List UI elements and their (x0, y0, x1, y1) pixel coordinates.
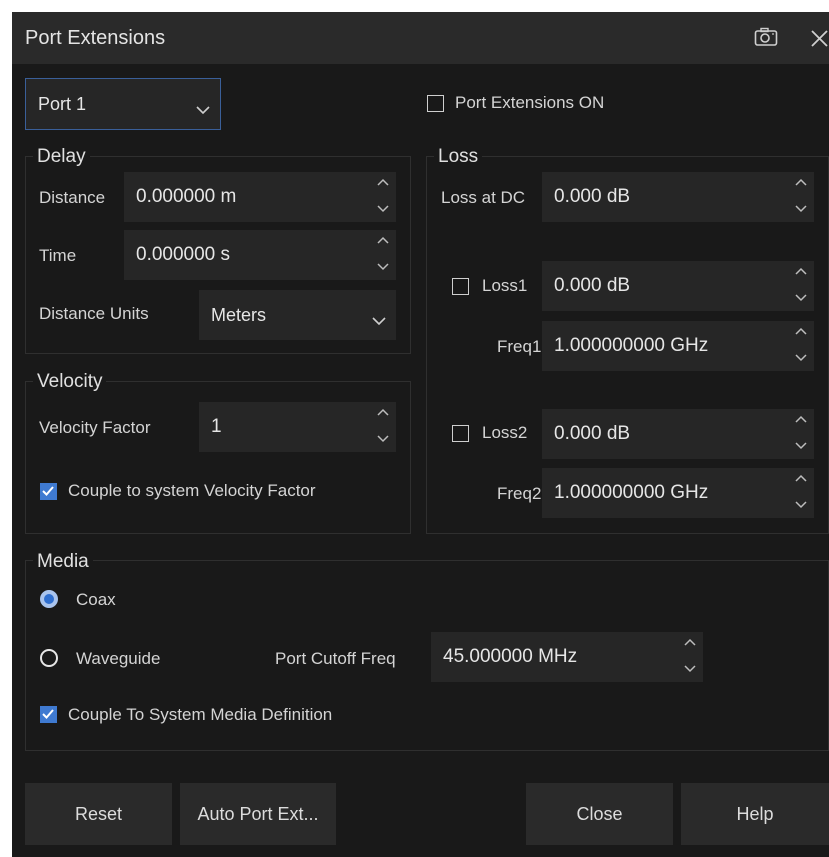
freq1-spinner[interactable] (792, 321, 810, 371)
freq2-value: 1.000000000 GHz (554, 482, 709, 503)
time-input[interactable]: 0.000000 s (124, 230, 396, 280)
cutoff-freq-spinner[interactable] (681, 632, 699, 682)
loss1-input[interactable]: 0.000 dB (542, 261, 814, 311)
spin-down-icon (377, 205, 389, 213)
distance-units-value: Meters (211, 304, 267, 325)
loss2-spinner[interactable] (792, 409, 810, 459)
checkmark-icon (42, 486, 54, 496)
freq2-spinner[interactable] (792, 468, 810, 518)
velocity-factor-input[interactable]: 1 (199, 402, 396, 452)
spin-down-icon (795, 294, 807, 302)
loss1-checkbox[interactable] (452, 278, 469, 295)
waveguide-label: Waveguide (76, 649, 161, 668)
distance-units-label: Distance Units (39, 304, 149, 323)
time-spinner[interactable] (374, 230, 392, 280)
coax-radio[interactable] (40, 590, 58, 608)
loss2-checkbox[interactable] (452, 425, 469, 442)
loss2-label: Loss2 (482, 423, 528, 442)
port-extensions-on-checkbox[interactable] (427, 95, 444, 112)
spin-up-icon (795, 178, 807, 186)
freq1-label: Freq1 (497, 337, 542, 356)
port-extensions-on-label: Port Extensions ON (455, 93, 605, 112)
loss2-input[interactable]: 0.000 dB (542, 409, 814, 459)
couple-media-checkbox[interactable] (40, 706, 57, 723)
loss-dc-value: 0.000 dB (554, 186, 631, 207)
loss1-spinner[interactable] (792, 261, 810, 311)
freq1-input[interactable]: 1.000000000 GHz (542, 321, 814, 371)
cutoff-freq-label: Port Cutoff Freq (275, 649, 396, 668)
help-button[interactable]: Help (681, 783, 829, 845)
freq2-input[interactable]: 1.000000000 GHz (542, 468, 814, 518)
close-button[interactable]: Close (526, 783, 673, 845)
velocity-factor-label: Velocity Factor (39, 418, 151, 437)
loss-dc-label: Loss at DC (441, 188, 526, 207)
spin-down-icon (795, 205, 807, 213)
loss-dc-spinner[interactable] (792, 172, 810, 222)
spin-up-icon (795, 267, 807, 275)
distance-input[interactable]: 0.000000 m (124, 172, 396, 222)
spin-up-icon (795, 327, 807, 335)
cutoff-freq-value: 45.000000 MHz (443, 646, 578, 667)
loss-dc-input[interactable]: 0.000 dB (542, 172, 814, 222)
port-select-value: Port 1 (38, 93, 87, 114)
freq1-value: 1.000000000 GHz (554, 335, 709, 356)
velocity-title: Velocity (33, 371, 107, 393)
port-extensions-dialog: Port Extensions Port 1 Port Extensions O… (12, 12, 829, 857)
checkmark-icon (42, 709, 54, 719)
distance-label: Distance (39, 188, 106, 207)
delay-title: Delay (33, 146, 90, 168)
loss1-label: Loss1 (482, 276, 528, 295)
coax-label: Coax (76, 590, 116, 609)
couple-velocity-label: Couple to system Velocity Factor (68, 481, 316, 500)
velocity-factor-value: 1 (211, 416, 222, 437)
velocity-factor-spinner[interactable] (374, 402, 392, 452)
spin-down-icon (795, 354, 807, 362)
reset-button[interactable]: Reset (25, 783, 172, 845)
distance-value: 0.000000 m (136, 186, 237, 207)
close-icon[interactable] (810, 29, 829, 48)
chevron-down-icon (372, 310, 386, 331)
freq2-label: Freq2 (497, 484, 542, 503)
spin-up-icon (795, 474, 807, 482)
couple-velocity-checkbox[interactable] (40, 483, 57, 500)
couple-media-label: Couple To System Media Definition (68, 705, 333, 724)
loss1-value: 0.000 dB (554, 275, 631, 296)
distance-units-select[interactable]: Meters (199, 290, 396, 340)
spin-down-icon (377, 435, 389, 443)
dialog-title: Port Extensions (25, 27, 166, 49)
media-title: Media (33, 551, 93, 573)
port-select[interactable]: Port 1 (25, 78, 221, 130)
waveguide-radio[interactable] (40, 649, 58, 667)
spin-down-icon (795, 442, 807, 450)
loss-title: Loss (434, 146, 483, 168)
chevron-down-icon (196, 99, 210, 120)
time-label: Time (39, 246, 77, 265)
loss2-value: 0.000 dB (554, 423, 631, 444)
distance-spinner[interactable] (374, 172, 392, 222)
spin-up-icon (684, 638, 696, 646)
spin-up-icon (377, 178, 389, 186)
title-bar: Port Extensions (12, 12, 829, 64)
spin-up-icon (377, 408, 389, 416)
time-value: 0.000000 s (136, 244, 231, 265)
spin-up-icon (795, 415, 807, 423)
spin-down-icon (377, 263, 389, 271)
camera-icon[interactable] (754, 27, 778, 47)
spin-up-icon (377, 236, 389, 244)
spin-down-icon (795, 501, 807, 509)
spin-down-icon (684, 665, 696, 673)
cutoff-freq-input[interactable]: 45.000000 MHz (431, 632, 703, 682)
auto-port-ext-button[interactable]: Auto Port Ext... (180, 783, 336, 845)
